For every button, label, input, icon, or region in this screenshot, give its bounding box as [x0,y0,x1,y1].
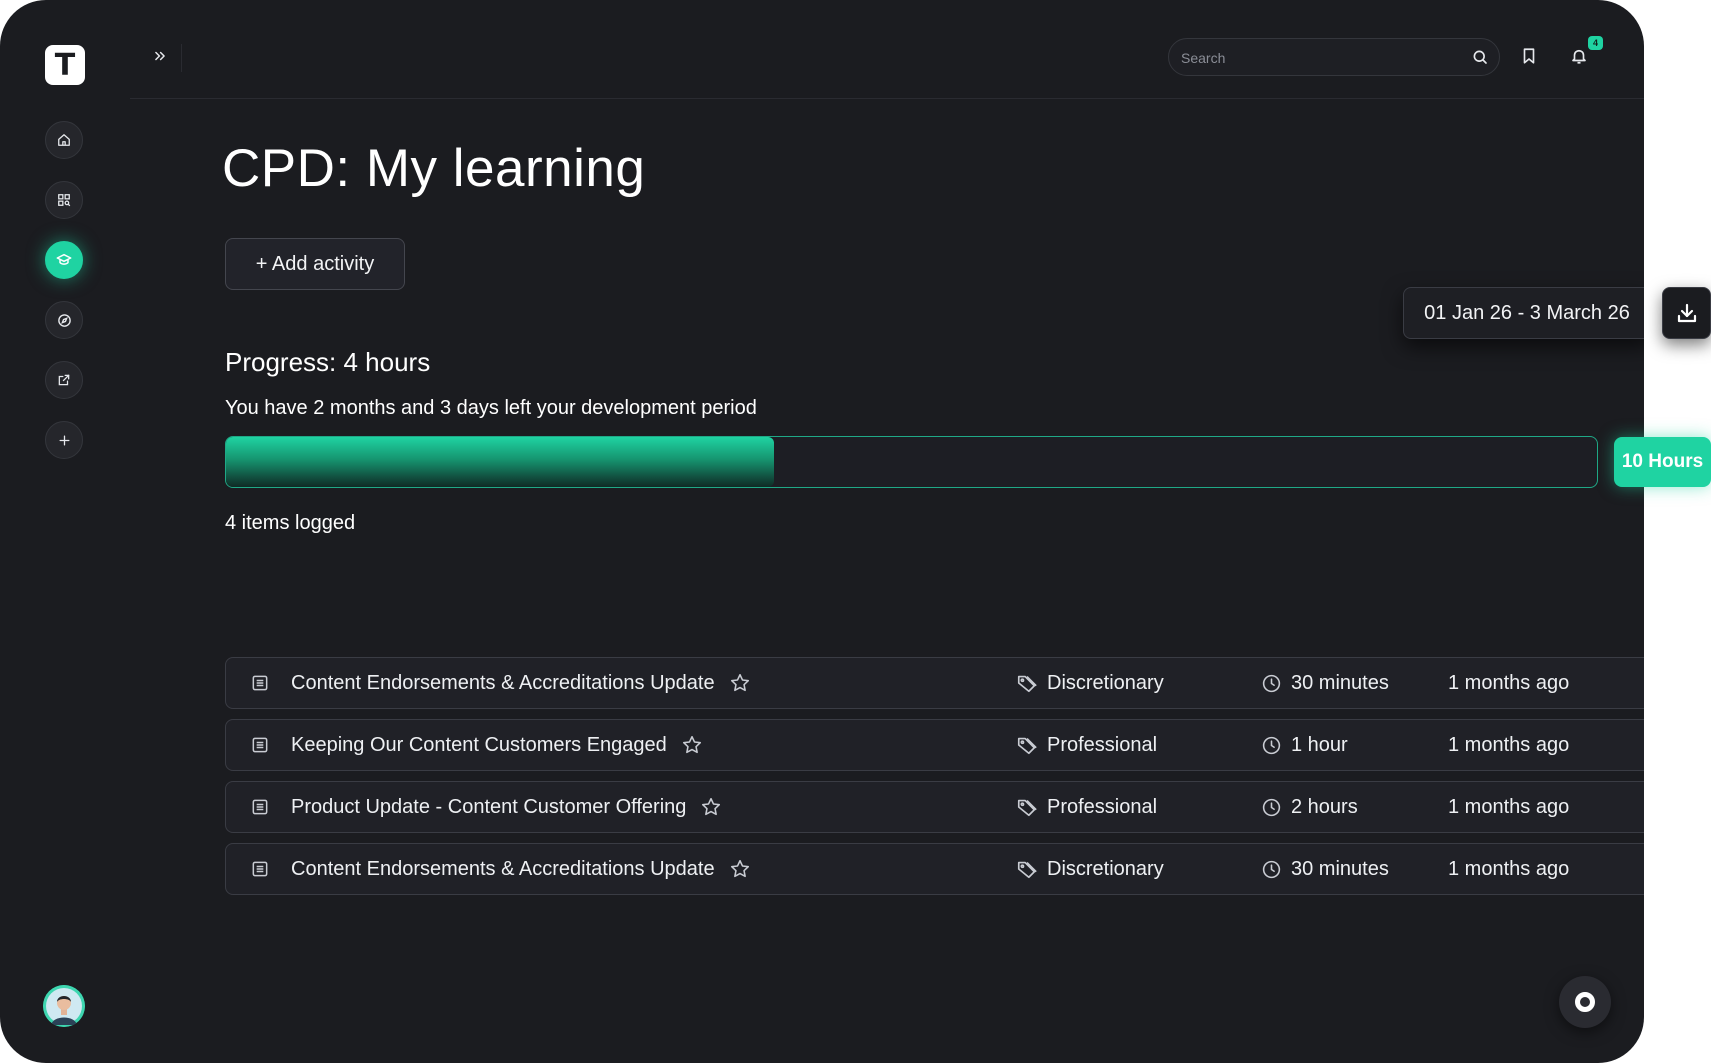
document-icon [250,844,270,894]
activity-row[interactable]: Product Update - Content Customer Offeri… [225,781,1644,833]
activity-category: Discretionary [1047,857,1164,880]
document-icon [250,658,270,708]
star-icon[interactable] [700,796,722,818]
star-icon[interactable] [681,734,703,756]
tag-icon [1016,782,1038,832]
tag-icon [1016,720,1038,770]
divider [181,44,182,72]
search-bar[interactable] [1168,38,1500,77]
header-divider [130,98,1644,99]
home-icon [58,134,70,146]
app-window: T Search 4 CPD: My learning + Add activi… [0,0,1644,1063]
tag-icon [1016,658,1038,708]
activity-date: 1 months ago [1448,733,1570,756]
bell-icon [1572,49,1586,64]
target-hours-badge: 10 Hours [1614,437,1711,487]
clock-icon [1261,782,1282,832]
bookmark-icon [1523,48,1535,64]
progress-bar-fill [226,437,775,487]
activity-title[interactable]: Content Endorsements & Accreditations Up… [291,672,715,695]
search-input[interactable] [1179,39,1453,77]
expand-sidebar-button[interactable] [150,44,170,68]
activity-category: Professional [1047,733,1158,756]
star-icon[interactable] [729,858,751,880]
activity-date: 1 months ago [1448,857,1570,880]
activity-title[interactable]: Keeping Our Content Customers Engaged [291,734,667,757]
compass-icon [57,313,71,327]
activity-row[interactable]: Keeping Our Content Customers Engaged Pr… [225,719,1644,771]
avatar[interactable] [43,985,85,1027]
activity-title[interactable]: Content Endorsements & Accreditations Up… [291,858,715,881]
activity-duration: 30 minutes [1291,857,1389,880]
activity-row[interactable]: Content Endorsements & Accreditations Up… [225,657,1644,709]
document-icon [250,782,270,832]
clock-icon [1261,844,1282,894]
document-icon [250,720,270,770]
activity-duration: 30 minutes [1291,671,1389,694]
activity-title[interactable]: Product Update - Content Customer Offeri… [291,796,686,819]
bookmarks-button[interactable] [1520,46,1538,71]
page-title: CPD: My learning [222,139,646,198]
activity-category: Professional [1047,795,1158,818]
activity-title-group: Product Update - Content Customer Offeri… [291,782,722,832]
notification-count-badge: 4 [1588,36,1603,50]
chevrons-right-icon [155,51,165,61]
search-icon[interactable] [1471,48,1489,71]
tag-icon [1016,844,1038,894]
notifications-button[interactable] [1570,46,1588,71]
progress-subtitle: You have 2 months and 3 days left your d… [225,397,757,419]
download-icon [1677,303,1696,323]
external-link-icon [58,374,70,386]
add-activity-button[interactable]: + Add activity [225,238,405,290]
activity-category: Discretionary [1047,671,1164,694]
clock-icon [1261,720,1282,770]
items-logged-count: 4 items logged [225,512,356,534]
activity-row[interactable]: Content Endorsements & Accreditations Up… [225,843,1644,895]
activity-title-group: Content Endorsements & Accreditations Up… [291,844,751,894]
ring-icon [1575,992,1595,1012]
clock-icon [1261,658,1282,708]
app-logo[interactable]: T [45,45,85,85]
sidebar-item-external[interactable] [45,361,83,399]
date-range-picker[interactable]: 01 Jan 26 - 3 March 26 [1403,287,1644,339]
download-button[interactable] [1662,287,1711,339]
plus-icon [59,435,69,445]
user-avatar-icon [43,985,85,1027]
activity-date: 1 months ago [1448,671,1570,694]
sidebar: T [0,0,130,1063]
progress-bar [225,436,1598,488]
progress-title: Progress: 4 hours [225,347,431,377]
sidebar-item-library[interactable] [45,181,83,219]
activity-duration: 2 hours [1291,795,1358,818]
sidebar-item-home[interactable] [45,121,83,159]
sidebar-item-explore[interactable] [45,301,83,339]
library-icon [58,194,71,207]
activity-title-group: Keeping Our Content Customers Engaged [291,720,703,770]
sidebar-item-add[interactable] [45,421,83,459]
activity-date: 1 months ago [1448,795,1570,818]
activity-duration: 1 hour [1291,733,1348,756]
activity-title-group: Content Endorsements & Accreditations Up… [291,658,751,708]
help-chat-button[interactable] [1559,976,1611,1028]
star-icon[interactable] [729,672,751,694]
sidebar-item-learning[interactable] [45,241,83,279]
graduation-cap-icon [56,253,72,265]
